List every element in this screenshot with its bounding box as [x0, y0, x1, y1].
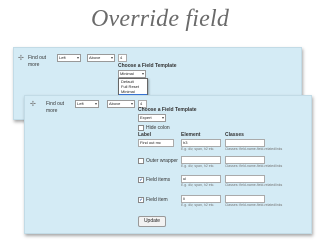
drag-handle-icon[interactable]: ✢ — [18, 55, 24, 62]
outer-wrapper-label: Outer wrapper — [146, 158, 178, 164]
label-column-header: Label — [138, 132, 152, 138]
template-select-value: Expert — [140, 115, 152, 120]
label-position-select[interactable]: Left ▾ — [75, 100, 99, 108]
outer-wrapper-classes-hint: Classes: field-name-field-relatedlinks — [225, 164, 283, 168]
field-items-element-field[interactable]: ul — [181, 175, 221, 183]
label-element-hint: E.g. div, span, h2 etc. — [181, 147, 215, 151]
outer-wrapper-element-field[interactable] — [181, 156, 221, 164]
outer-wrapper-classes-field[interactable] — [225, 156, 265, 164]
template-select-value: Minimal — [120, 71, 134, 76]
field-items-classes-hint: Classes: field-name-field-relatedlinks — [225, 183, 283, 187]
field-items-classes-field[interactable] — [225, 175, 265, 183]
hide-colon-checkbox[interactable] — [138, 125, 144, 131]
field-item-checkbox[interactable]: ✔ — [138, 197, 144, 203]
field-items-element-hint: E.g. div, span, h2 etc. — [181, 183, 215, 187]
label-text-field[interactable]: Find out mc — [138, 139, 174, 147]
field-label-line1: Find out — [28, 55, 47, 61]
chevron-down-icon: ▾ — [141, 71, 144, 76]
chevron-down-icon: ▾ — [94, 101, 97, 106]
field-item-classes-field[interactable] — [225, 195, 265, 203]
classes-column-header: Classes — [225, 132, 244, 138]
chevron-down-icon: ▾ — [110, 55, 113, 60]
label-element-field[interactable]: h3 — [181, 139, 221, 147]
template-select[interactable]: Expert ▾ — [138, 114, 166, 122]
update-button[interactable]: Update — [138, 216, 166, 227]
label-position-value: Left — [77, 101, 84, 106]
field-row-panel-2: ✢ Find out more Left ▾ Above ▾ 4 Choose … — [24, 95, 312, 234]
field-items-label: Field items — [146, 177, 171, 183]
field-label-line2: more — [28, 62, 40, 68]
field-items-checkbox[interactable]: ✔ — [138, 177, 144, 183]
template-heading: Choose a Field Template — [138, 107, 197, 113]
field-label-line2: more — [46, 108, 58, 114]
label-classes-field[interactable] — [225, 139, 265, 147]
field-item-classes-hint: Classes: field-name-field-relatedlinks — [225, 203, 283, 207]
chevron-down-icon: ▾ — [76, 55, 79, 60]
slide-title: Override field — [90, 6, 230, 32]
label-position-2-select[interactable]: Above ▾ — [87, 54, 115, 62]
label-position-select[interactable]: Left ▾ — [57, 54, 81, 62]
field-item-element-hint: E.g. div, span, h2 etc. — [181, 203, 215, 207]
template-heading: Choose a Field Template — [118, 63, 177, 69]
chevron-down-icon: ▾ — [161, 115, 164, 120]
outer-wrapper-checkbox[interactable] — [138, 158, 144, 164]
outer-wrapper-element-hint: E.g. div, span, h2 etc. — [181, 164, 215, 168]
label-position-2-select[interactable]: Above ▾ — [107, 100, 135, 108]
drag-handle-icon[interactable]: ✢ — [30, 101, 36, 108]
chevron-down-icon: ▾ — [130, 101, 133, 106]
template-select[interactable]: Minimal ▾ — [118, 70, 146, 78]
hide-colon-label: Hide colon — [146, 125, 170, 131]
label-position-2-value: Above — [89, 55, 101, 60]
label-position-2-value: Above — [109, 101, 121, 106]
weight-field[interactable]: 4 — [118, 54, 127, 62]
label-position-value: Left — [59, 55, 66, 60]
field-label-line1: Find out — [46, 101, 65, 107]
field-item-label: Field item — [146, 197, 168, 203]
field-item-element-field[interactable]: li — [181, 195, 221, 203]
element-column-header: Element — [181, 132, 201, 138]
label-classes-hint: Classes: field-name-field-relatedlinks — [225, 147, 283, 151]
